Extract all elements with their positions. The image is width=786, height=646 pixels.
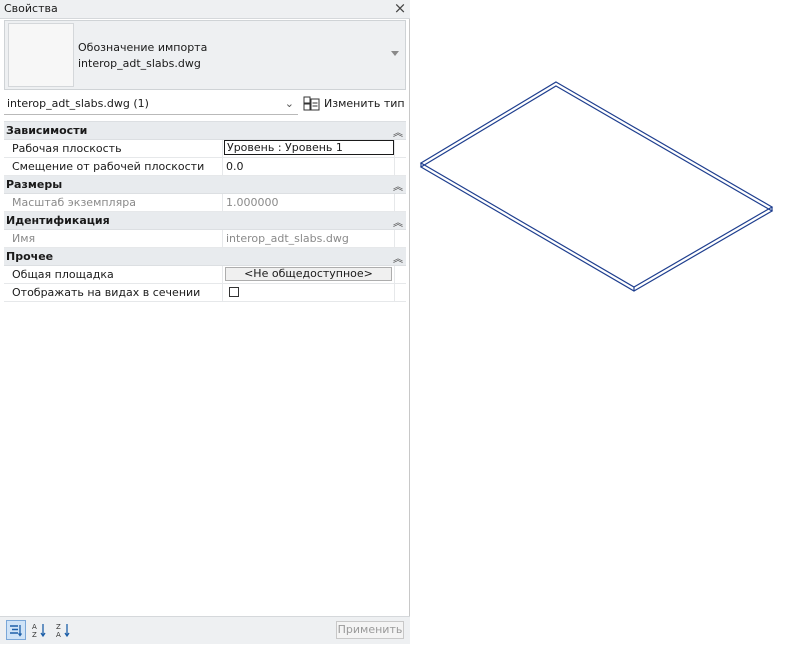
category-label: Прочее <box>6 250 54 263</box>
category-label: Зависимости <box>6 124 88 137</box>
category-constraints[interactable]: Зависимости ︽ <box>4 122 406 140</box>
show-in-section-checkbox[interactable] <box>229 287 239 297</box>
svg-text:Z: Z <box>56 623 61 631</box>
property-value-cell: <Не общедоступное> <box>224 266 395 283</box>
property-name: Масштаб экземпляра <box>4 194 223 211</box>
work-plane-field[interactable]: Уровень : Уровень 1 <box>224 140 394 155</box>
chevron-down-icon[interactable]: ⌄ <box>285 98 294 109</box>
slab-3d-view[interactable] <box>411 0 786 643</box>
property-name: Смещение от рабочей плоскости <box>4 158 223 175</box>
categorized-view-button[interactable] <box>6 620 26 640</box>
svg-text:A: A <box>56 631 61 638</box>
palette-title: Свойства <box>4 2 58 15</box>
property-row-work-plane: Рабочая плоскость Уровень : Уровень 1 <box>4 140 406 158</box>
palette-footer: A Z Z A Применить <box>0 616 410 644</box>
property-row-name: Имя interop_adt_slabs.dwg <box>4 230 406 248</box>
type-name-label: interop_adt_slabs.dwg <box>78 57 201 70</box>
close-icon[interactable]: × <box>393 1 407 16</box>
property-value-cell <box>224 284 395 301</box>
sort-ascending-icon: A Z <box>32 623 46 638</box>
palette-titlebar[interactable]: Свойства × <box>0 0 410 19</box>
instance-filter-value: interop_adt_slabs.dwg (1) <box>7 97 149 110</box>
sort-descending-icon: Z A <box>56 623 70 638</box>
shared-site-button[interactable]: <Не общедоступное> <box>225 267 392 281</box>
property-name: Общая площадка <box>4 266 223 283</box>
edit-type-button[interactable]: Изменить тип <box>302 95 406 114</box>
category-other[interactable]: Прочее ︽ <box>4 248 406 266</box>
properties-grid: Зависимости ︽ Рабочая плоскость Уровень … <box>4 121 406 302</box>
slab-outline-top <box>419 81 774 288</box>
category-label: Идентификация <box>6 214 110 227</box>
offset-value: 0.0 <box>226 160 244 173</box>
edit-type-icon <box>303 96 320 111</box>
collapse-icon[interactable]: ︽ <box>393 178 403 193</box>
property-row-instance-scale: Масштаб экземпляра 1.000000 <box>4 194 406 212</box>
collapse-icon[interactable]: ︽ <box>393 214 403 229</box>
property-row-shared-site: Общая площадка <Не общедоступное> <box>4 266 406 284</box>
categorized-view-icon <box>10 625 23 637</box>
property-name: Рабочая плоскость <box>4 140 223 157</box>
property-value-cell: interop_adt_slabs.dwg <box>224 230 395 247</box>
svg-text:A: A <box>32 623 37 631</box>
dropdown-arrow-icon[interactable] <box>391 51 399 56</box>
category-dimensions[interactable]: Размеры ︽ <box>4 176 406 194</box>
type-preview-thumbnail <box>8 23 74 87</box>
edit-type-label: Изменить тип <box>324 97 405 110</box>
name-value: interop_adt_slabs.dwg <box>226 232 349 245</box>
property-row-show-in-section: Отображать на видах в сечении <box>4 284 406 302</box>
category-identity[interactable]: Идентификация ︽ <box>4 212 406 230</box>
apply-button[interactable]: Применить <box>336 621 404 639</box>
instance-filter-dropdown[interactable]: interop_adt_slabs.dwg (1) ⌄ <box>4 95 298 115</box>
property-name: Имя <box>4 230 223 247</box>
type-family-label: Обозначение импорта <box>78 41 208 54</box>
type-selector[interactable]: Обозначение импорта interop_adt_slabs.dw… <box>4 20 406 90</box>
property-row-offset: Смещение от рабочей плоскости 0.0 <box>4 158 406 176</box>
drawing-viewport[interactable] <box>411 0 786 643</box>
property-value-cell[interactable]: 0.0 <box>224 158 395 175</box>
category-label: Размеры <box>6 178 63 191</box>
property-value-cell: 1.000000 <box>224 194 395 211</box>
svg-text:Z: Z <box>32 631 37 638</box>
properties-palette: Свойства × Обозначение импорта interop_a… <box>0 0 410 644</box>
property-value-cell: Уровень : Уровень 1 <box>224 140 395 157</box>
sort-descending-button[interactable]: Z A <box>54 620 74 640</box>
collapse-icon[interactable]: ︽ <box>393 124 403 139</box>
property-name: Отображать на видах в сечении <box>4 284 223 301</box>
sort-ascending-button[interactable]: A Z <box>30 620 50 640</box>
collapse-icon[interactable]: ︽ <box>393 250 403 265</box>
instance-scale-value: 1.000000 <box>226 196 279 209</box>
